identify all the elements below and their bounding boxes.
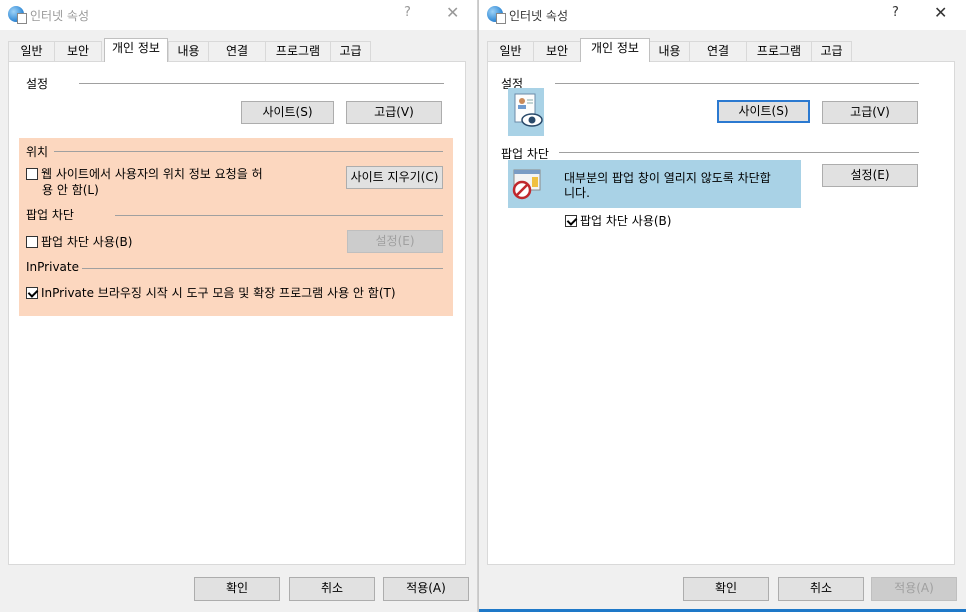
popup-group-label: 팝업 차단 bbox=[26, 208, 74, 222]
advanced-button[interactable]: 고급(V) bbox=[346, 101, 442, 124]
tab-content[interactable]: 내용 bbox=[168, 41, 209, 62]
title-bar: 인터넷 속성 ? ✕ bbox=[479, 0, 966, 30]
help-button[interactable]: ? bbox=[404, 5, 411, 20]
tab-programs[interactable]: 프로그램 bbox=[265, 41, 331, 62]
popup-highlight: 대부분의 팝업 창이 열리지 않도록 차단합 니다. bbox=[508, 160, 801, 208]
help-button[interactable]: ? bbox=[892, 5, 899, 20]
ok-button[interactable]: 확인 bbox=[683, 577, 769, 601]
privacy-icon-highlight bbox=[508, 88, 544, 136]
tab-general[interactable]: 일반 bbox=[487, 41, 534, 62]
apply-button[interactable]: 적용(A) bbox=[871, 577, 957, 601]
divider bbox=[115, 215, 443, 216]
location-checkbox-label: 웹 사이트에서 사용자의 위치 정보 요청을 허 bbox=[41, 167, 263, 181]
tab-privacy[interactable]: 개인 정보 bbox=[580, 38, 650, 62]
checkbox-box[interactable] bbox=[26, 168, 38, 180]
privacy-panel bbox=[487, 61, 955, 565]
divider bbox=[79, 83, 444, 84]
cancel-button[interactable]: 취소 bbox=[289, 577, 375, 601]
tab-privacy[interactable]: 개인 정보 bbox=[104, 38, 168, 62]
internet-options-dialog-right: 인터넷 속성 ? ✕ 일반 보안 개인 정보 내용 연결 프로그램 고급 설정 … bbox=[478, 0, 966, 612]
inprivate-checkbox-label: InPrivate 브라우징 시작 시 도구 모음 및 확장 프로그램 사용 안… bbox=[41, 286, 396, 300]
popup-blocker-icon bbox=[512, 169, 541, 200]
popup-blocker-checkbox[interactable]: 팝업 차단 사용(B) bbox=[565, 212, 671, 229]
tab-security[interactable]: 보안 bbox=[54, 41, 102, 62]
internet-options-dialog-left: 인터넷 속성 ? ✕ 일반 보안 개인 정보 내용 연결 프로그램 고급 설정 … bbox=[0, 0, 478, 612]
tab-connections[interactable]: 연결 bbox=[689, 41, 747, 62]
location-group-label: 위치 bbox=[26, 145, 49, 159]
popup-settings-button[interactable]: 설정(E) bbox=[822, 164, 918, 187]
title-bar: 인터넷 속성 ? ✕ bbox=[0, 0, 477, 30]
close-icon[interactable]: ✕ bbox=[934, 3, 947, 22]
popup-description: 대부분의 팝업 창이 열리지 않도록 차단합 bbox=[564, 171, 771, 185]
popup-blocker-label: 팝업 차단 사용(B) bbox=[580, 214, 672, 228]
internet-options-icon bbox=[487, 6, 506, 24]
window-title: 인터넷 속성 bbox=[509, 9, 569, 23]
divider bbox=[555, 83, 919, 84]
tab-programs[interactable]: 프로그램 bbox=[746, 41, 812, 62]
popup-blocker-checkbox[interactable]: 팝업 차단 사용(B) bbox=[26, 233, 132, 250]
internet-options-icon bbox=[8, 6, 27, 24]
location-checkbox-label-cont: 용 안 함(L) bbox=[42, 183, 99, 197]
close-icon[interactable]: ✕ bbox=[446, 3, 459, 22]
inprivate-group-label: InPrivate bbox=[26, 260, 79, 274]
popup-blocker-label: 팝업 차단 사용(B) bbox=[41, 235, 133, 249]
checkbox-box[interactable] bbox=[26, 236, 38, 248]
privacy-report-icon bbox=[514, 93, 543, 127]
tab-security[interactable]: 보안 bbox=[533, 41, 581, 62]
cancel-button[interactable]: 취소 bbox=[778, 577, 864, 601]
ok-button[interactable]: 확인 bbox=[194, 577, 280, 601]
settings-group-label: 설정 bbox=[26, 77, 49, 91]
tab-connections[interactable]: 연결 bbox=[208, 41, 266, 62]
sites-button[interactable]: 사이트(S) bbox=[241, 101, 334, 124]
divider bbox=[82, 268, 443, 269]
inprivate-checkbox[interactable]: InPrivate 브라우징 시작 시 도구 모음 및 확장 프로그램 사용 안… bbox=[26, 284, 396, 301]
divider bbox=[54, 151, 443, 152]
tab-general[interactable]: 일반 bbox=[8, 41, 55, 62]
advanced-button[interactable]: 고급(V) bbox=[822, 101, 918, 124]
tab-advanced[interactable]: 고급 bbox=[330, 41, 371, 62]
divider bbox=[559, 152, 919, 153]
apply-button[interactable]: 적용(A) bbox=[383, 577, 469, 601]
popup-description-cont: 니다. bbox=[564, 186, 590, 200]
tab-advanced[interactable]: 고급 bbox=[811, 41, 852, 62]
checkbox-box[interactable] bbox=[26, 287, 38, 299]
clear-sites-button[interactable]: 사이트 지우기(C) bbox=[346, 166, 443, 189]
sites-button[interactable]: 사이트(S) bbox=[717, 100, 810, 123]
location-checkbox[interactable]: 웹 사이트에서 사용자의 위치 정보 요청을 허 bbox=[26, 165, 263, 182]
checkbox-box[interactable] bbox=[565, 215, 577, 227]
tab-content[interactable]: 내용 bbox=[649, 41, 690, 62]
window-title: 인터넷 속성 bbox=[30, 9, 90, 23]
popup-settings-button[interactable]: 설정(E) bbox=[347, 230, 443, 253]
